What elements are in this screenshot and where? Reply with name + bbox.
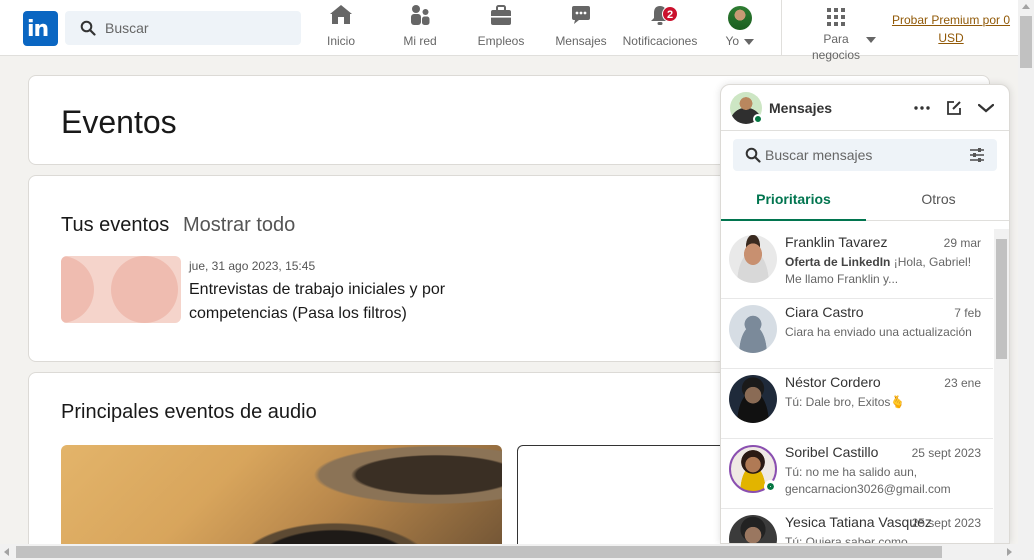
page-vertical-scrollbar[interactable] [1018, 0, 1034, 544]
avatar [729, 515, 777, 543]
conversation-date: 7 feb [954, 306, 981, 320]
scrollbar-thumb[interactable] [1020, 16, 1032, 68]
nav-item-jobs[interactable]: Empleos [475, 3, 527, 50]
tab-priority[interactable]: Prioritarios [721, 181, 866, 221]
nav-label-me: Yo [725, 34, 740, 48]
messaging-title: Mensajes [769, 100, 833, 116]
messaging-tabs: Prioritarios Otros [721, 181, 1009, 221]
linkedin-logo-icon[interactable]: in [23, 11, 58, 46]
conversation-item[interactable]: Soribel Castillo 25 sept 2023 Tú: no me … [721, 439, 993, 509]
notification-badge: 2 [662, 6, 678, 22]
conversation-date: 25 sept 2023 [911, 446, 981, 460]
more-options-icon[interactable] [911, 97, 933, 119]
online-status-dot [764, 480, 777, 493]
conversation-scrollbar[interactable] [994, 229, 1009, 543]
nav-item-home[interactable]: Inicio [320, 3, 362, 50]
conversation-preview: Tú: Quiera saber como... [785, 535, 918, 544]
conversation-item[interactable]: Ciara Castro 7 feb Ciara ha enviado una … [721, 299, 993, 369]
search-input[interactable] [105, 11, 295, 45]
conversation-item[interactable]: Yesica Tatiana Vasquez 25 sept 2023 Tú: … [721, 509, 993, 544]
global-nav: in Inicio Mi red Empleos Mensajes [0, 0, 1018, 62]
tab-other[interactable]: Otros [866, 181, 1009, 221]
online-status-dot [753, 114, 763, 124]
conversation-preview: Tú: Dale bro, Exitos🫰 [785, 395, 906, 409]
network-icon [408, 3, 432, 30]
page-title: Eventos [61, 104, 177, 140]
nav-item-messaging[interactable]: Mensajes [555, 6, 607, 50]
avatar [729, 375, 777, 423]
nav-item-business[interactable]: Para negocios [800, 6, 880, 62]
conversation-preview: Tú: no me ha salido aun, gencarnacion302… [785, 465, 951, 496]
nav-label-business-1: Para [823, 32, 849, 46]
avatar [729, 235, 777, 283]
messaging-icon [569, 3, 593, 30]
conversation-preview: Oferta de LinkedIn ¡Hola, Gabriel! Me ll… [785, 254, 981, 288]
premium-line-1: Probar Premium por 0 [891, 13, 1011, 27]
messages-search[interactable] [733, 139, 997, 171]
conversation-date: 23 ene [944, 376, 981, 390]
messaging-overlay: Mensajes Prioritarios Otros Franklin Tav… [720, 84, 1010, 544]
briefcase-icon [489, 3, 513, 30]
search-icon [745, 147, 761, 168]
conversation-name: Néstor Cordero [785, 374, 881, 390]
show-all-link[interactable]: Mostrar todo [183, 214, 295, 237]
nav-label-network: Mi red [403, 34, 437, 48]
event-thumbnail[interactable] [61, 256, 181, 323]
event-date: jue, 31 ago 2023, 15:45 [189, 259, 316, 273]
nav-label-home: Inicio [326, 34, 355, 48]
filter-icon[interactable] [969, 147, 985, 168]
chevron-down-icon[interactable] [975, 97, 997, 119]
scroll-up-arrow-icon[interactable] [1022, 4, 1030, 9]
scroll-left-arrow-icon[interactable] [4, 548, 9, 556]
avatar [728, 6, 752, 30]
conversation-date: 25 sept 2023 [911, 516, 981, 530]
premium-line-2: USD [938, 31, 964, 45]
caret-down-icon [866, 37, 876, 43]
search-icon [80, 20, 96, 41]
caret-down-icon [744, 38, 755, 45]
conversation-name: Franklin Tavarez [785, 234, 888, 250]
messaging-header[interactable]: Mensajes [721, 85, 1009, 131]
conversation-list: Franklin Tavarez 29 mar Oferta de Linked… [721, 229, 993, 544]
nav-item-notifications[interactable]: 2 Notificaciones [622, 6, 698, 50]
nav-item-me[interactable]: Yo [722, 6, 758, 50]
page-horizontal-scrollbar[interactable] [0, 544, 1034, 560]
compose-icon[interactable] [943, 97, 965, 119]
conversation-item[interactable]: Franklin Tavarez 29 mar Oferta de Linked… [721, 229, 993, 299]
nav-label-jobs: Empleos [477, 34, 525, 48]
preview-label: Oferta de LinkedIn [785, 255, 891, 269]
nav-label-messaging: Mensajes [555, 34, 607, 48]
conversation-date: 29 mar [943, 236, 981, 250]
conversation-name: Ciara Castro [785, 304, 864, 320]
scroll-right-arrow-icon[interactable] [1007, 548, 1012, 556]
premium-link[interactable]: Probar Premium por 0 USD [890, 11, 1012, 47]
conversation-item[interactable]: Néstor Cordero 23 ene Tú: Dale bro, Exit… [721, 369, 993, 439]
avatar [729, 305, 777, 353]
nav-label-business-2: negocios [811, 48, 861, 62]
event-title-link[interactable]: Entrevistas de trabajo iniciales y por c… [189, 278, 489, 326]
conversation-preview: Ciara ha enviado una actualización [785, 325, 972, 339]
audio-event-image-compass[interactable] [61, 445, 502, 560]
messages-search-input[interactable] [765, 139, 955, 171]
nav-item-network[interactable]: Mi red [398, 3, 442, 50]
nav-divider [781, 0, 782, 56]
global-search[interactable] [65, 11, 301, 45]
audio-events-title: Principales eventos de audio [61, 401, 317, 423]
nav-label-notifications: Notificaciones [622, 34, 698, 48]
grid-icon [826, 7, 846, 30]
your-events-title: Tus eventos [61, 214, 170, 236]
scrollbar-thumb[interactable] [996, 239, 1007, 359]
scrollbar-thumb[interactable] [16, 546, 942, 558]
home-icon [329, 3, 353, 30]
